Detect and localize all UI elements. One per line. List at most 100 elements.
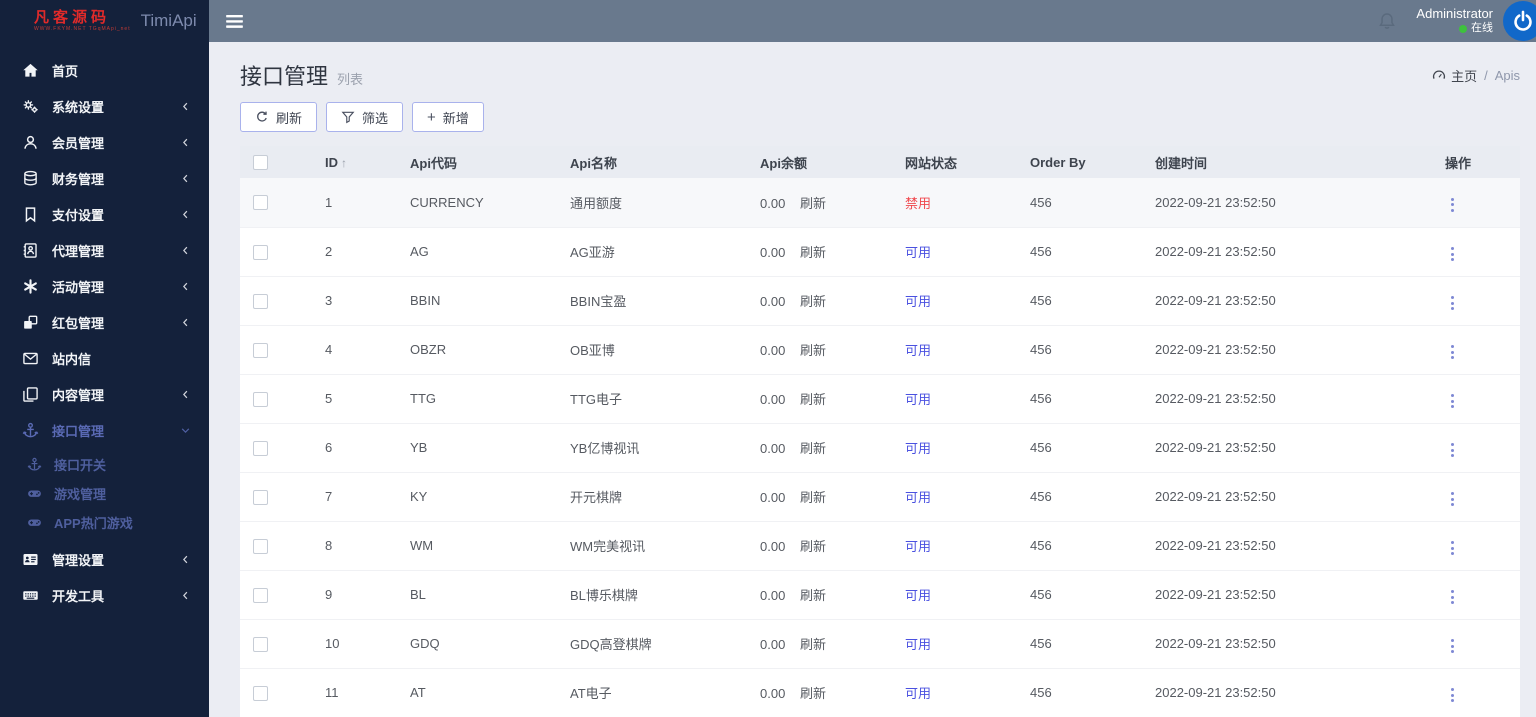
column-header-order-by[interactable]: Order By [1015,146,1140,178]
status-text[interactable]: 可用 [905,343,931,358]
sidebar-item-home[interactable]: 首页 [0,52,209,88]
row-checkbox[interactable] [253,440,268,456]
cell-api-code: GDQ [395,619,555,669]
column-header-site-status[interactable]: 网站状态 [890,146,1015,178]
balance-value: 0.00 [760,392,786,407]
row-checkbox[interactable] [253,342,268,358]
table-row: 9 BL BL博乐棋牌 0.00 刷新 可用 456 2022-09-21 23… [240,570,1520,620]
bell-icon[interactable] [1378,11,1396,31]
topbar: Administrator 在线 [209,0,1536,42]
row-actions-kebab-icon[interactable] [1445,194,1460,216]
brand-logo[interactable]: 凡客源码 WWW.FKYM.NET TGqMApi_net TimiApi [0,0,209,42]
status-text[interactable]: 可用 [905,490,931,505]
row-actions-kebab-icon[interactable] [1445,488,1460,510]
row-checkbox[interactable] [253,685,268,701]
cell-api-balance: 0.00 刷新 [745,178,890,228]
status-text[interactable]: 可用 [905,637,931,652]
row-checkbox[interactable] [253,538,268,554]
bookmark-icon [22,206,39,223]
status-text[interactable]: 禁用 [905,196,931,211]
row-actions-kebab-icon[interactable] [1445,537,1460,559]
balance-refresh-link[interactable]: 刷新 [800,343,826,358]
balance-refresh-link[interactable]: 刷新 [800,686,826,701]
sidebar-item-system-settings[interactable]: 系统设置 [0,88,209,124]
sidebar-subitem-app-hot-games[interactable]: APP热门游戏 [0,508,209,537]
chevron-left-icon [180,101,191,112]
table-row: 3 BBIN BBIN宝盈 0.00 刷新 可用 456 2022-09-21 … [240,276,1520,326]
sidebar-item-site-message[interactable]: 站内信 [0,340,209,376]
row-checkbox[interactable] [253,293,268,309]
breadcrumb-home-label: 主页 [1451,68,1478,84]
row-checkbox[interactable] [253,587,268,603]
chevron-left-icon [180,590,191,601]
row-checkbox[interactable] [253,391,268,407]
column-header-api-balance[interactable]: Api余额 [745,146,890,178]
cell-api-code: TTG [395,374,555,424]
row-actions-kebab-icon[interactable] [1445,439,1460,461]
column-header-api-code[interactable]: Api代码 [395,146,555,178]
balance-refresh-link[interactable]: 刷新 [800,441,826,456]
row-actions-kebab-icon[interactable] [1445,243,1460,265]
row-checkbox[interactable] [253,636,268,652]
sidebar-subitem-label: 游戏管理 [54,487,107,502]
sidebar-item-api-management[interactable]: 接口管理 [0,412,209,448]
sidebar-item-finance-management[interactable]: 财务管理 [0,160,209,196]
status-text[interactable]: 可用 [905,441,931,456]
status-text[interactable]: 可用 [905,392,931,407]
row-actions-kebab-icon[interactable] [1445,390,1460,412]
cell-created-at: 2022-09-21 23:52:50 [1140,423,1420,473]
cell-id: 8 [310,521,395,571]
sidebar-subitem-api-switch[interactable]: 接口开关 [0,450,209,479]
column-header-id[interactable]: ID ↑ [310,146,395,178]
status-text[interactable]: 可用 [905,245,931,260]
row-actions-kebab-icon[interactable] [1445,292,1460,314]
add-button[interactable]: + 新增 [412,102,484,132]
balance-refresh-link[interactable]: 刷新 [800,294,826,309]
column-header-api-name[interactable]: Api名称 [555,146,745,178]
row-checkbox[interactable] [253,244,268,260]
cell-api-code: KY [395,472,555,522]
menu-toggle-button[interactable] [209,0,259,42]
cell-api-name: AG亚游 [555,227,745,277]
row-actions-kebab-icon[interactable] [1445,341,1460,363]
sidebar-item-payment-settings[interactable]: 支付设置 [0,196,209,232]
sidebar-item-admin-settings[interactable]: 管理设置 [0,541,209,577]
balance-refresh-link[interactable]: 刷新 [800,588,826,603]
table-row: 11 AT AT电子 0.00 刷新 可用 456 2022-09-21 23:… [240,668,1520,717]
cell-order-by: 456 [1015,619,1140,669]
row-actions-kebab-icon[interactable] [1445,586,1460,608]
sidebar-item-member-management[interactable]: 会员管理 [0,124,209,160]
status-text[interactable]: 可用 [905,539,931,554]
row-checkbox[interactable] [253,195,268,211]
balance-value: 0.00 [760,195,786,211]
balance-refresh-link[interactable]: 刷新 [800,637,826,652]
sidebar-item-redpacket-management[interactable]: 红包管理 [0,304,209,340]
balance-refresh-link[interactable]: 刷新 [800,490,826,505]
breadcrumb-home-link[interactable]: 主页 [1432,66,1477,85]
sidebar-item-agent-management[interactable]: 代理管理 [0,232,209,268]
balance-refresh-link[interactable]: 刷新 [800,539,826,554]
filter-button[interactable]: 筛选 [326,102,404,132]
row-actions-kebab-icon[interactable] [1445,635,1460,657]
row-actions-kebab-icon[interactable] [1445,684,1460,706]
sidebar-subitem-game-management[interactable]: 游戏管理 [0,479,209,508]
status-text[interactable]: 可用 [905,294,931,309]
chevron-left-icon [180,209,191,220]
balance-refresh-link[interactable]: 刷新 [800,245,826,260]
sidebar-item-dev-tools[interactable]: 开发工具 [0,577,209,613]
sidebar-item-label: 内容管理 [52,387,105,403]
column-header-created-at[interactable]: 创建时间 [1140,146,1420,178]
balance-refresh-link[interactable]: 刷新 [800,196,826,211]
sidebar-item-activity-management[interactable]: 活动管理 [0,268,209,304]
refresh-button[interactable]: 刷新 [240,102,318,132]
status-text[interactable]: 可用 [905,686,931,701]
avatar[interactable] [1503,1,1536,41]
status-text[interactable]: 可用 [905,588,931,603]
user-menu[interactable]: Administrator 在线 [1416,6,1493,36]
select-all-checkbox[interactable] [253,155,268,171]
page-subtitle: 列表 [337,71,364,87]
cell-order-by: 456 [1015,423,1140,473]
row-checkbox[interactable] [253,489,268,505]
balance-refresh-link[interactable]: 刷新 [800,392,826,407]
sidebar-item-content-management[interactable]: 内容管理 [0,376,209,412]
